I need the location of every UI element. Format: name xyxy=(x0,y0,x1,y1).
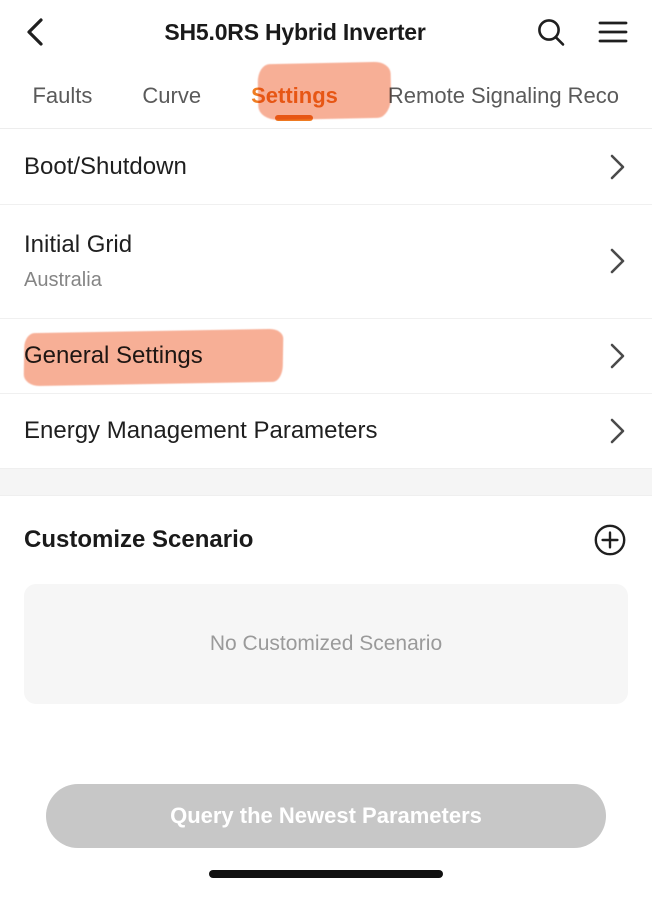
chevron-right-icon xyxy=(604,341,630,371)
tab-settings[interactable]: Settings xyxy=(226,64,363,128)
tab-label: Settings xyxy=(251,83,338,108)
customize-scenario-section: Customize Scenario No Customized Scenari… xyxy=(0,496,652,704)
list-item-title: Boot/Shutdown xyxy=(24,152,187,180)
customize-scenario-header: Customize Scenario xyxy=(24,496,628,584)
empty-scenario-text: No Customized Scenario xyxy=(209,632,443,655)
list-item-boot-shutdown[interactable]: Boot/Shutdown xyxy=(0,129,652,204)
customize-scenario-title: Customize Scenario xyxy=(24,526,254,553)
tab-label: Curve xyxy=(142,83,202,108)
list-item-text: General Settings xyxy=(24,341,203,371)
home-indicator xyxy=(209,870,443,878)
empty-scenario-card: No Customized Scenario xyxy=(24,584,628,704)
list-item-text: Energy Management Parameters xyxy=(24,416,378,446)
chevron-right-icon xyxy=(604,152,630,182)
tab-information[interactable]: tion xyxy=(0,64,7,128)
menu-button[interactable] xyxy=(596,15,630,49)
list-item-subtitle: Australia xyxy=(24,269,102,291)
chevron-right-icon xyxy=(604,416,630,446)
query-newest-parameters-button[interactable]: Query the Newest Parameters xyxy=(46,784,606,848)
list-item-text: Initial Grid Australia xyxy=(24,230,132,292)
add-scenario-button[interactable] xyxy=(592,522,628,558)
list-item-text: Boot/Shutdown xyxy=(24,152,187,182)
list-item-title: General Settings xyxy=(24,341,203,369)
tab-bar: tion Faults Curve Settings Remote Signal… xyxy=(0,64,652,129)
tab-remote-signaling-record[interactable]: Remote Signaling Reco xyxy=(363,64,644,128)
chevron-right-icon xyxy=(604,246,630,276)
list-item-energy-management-parameters[interactable]: Energy Management Parameters xyxy=(0,393,652,468)
page-title: SH5.0RS Hybrid Inverter xyxy=(164,18,426,45)
settings-list: Boot/Shutdown Initial Grid Australia Gen… xyxy=(0,129,652,468)
list-item-title: Initial Grid xyxy=(24,231,133,258)
search-icon xyxy=(535,16,567,48)
home-indicator-area xyxy=(46,848,606,900)
tab-active-indicator xyxy=(275,115,314,121)
back-button[interactable] xyxy=(22,10,66,54)
section-divider xyxy=(0,468,652,496)
tab-list[interactable]: tion Faults Curve Settings Remote Signal… xyxy=(0,64,644,128)
tab-faults[interactable]: Faults xyxy=(7,64,117,128)
search-button[interactable] xyxy=(534,15,568,49)
app-header: SH5.0RS Hybrid Inverter xyxy=(0,0,652,64)
tab-curve[interactable]: Curve xyxy=(117,64,226,128)
tab-label: Faults xyxy=(32,83,93,108)
chevron-left-icon xyxy=(22,17,48,47)
list-item-title: Energy Management Parameters xyxy=(24,416,378,444)
bottom-action-bar: Query the Newest Parameters xyxy=(0,784,652,900)
tab-label: Remote Signaling Reco xyxy=(387,83,620,108)
header-actions xyxy=(534,15,630,49)
list-item-initial-grid[interactable]: Initial Grid Australia xyxy=(0,204,652,318)
list-item-general-settings[interactable]: General Settings xyxy=(0,318,652,393)
hamburger-menu-icon xyxy=(597,19,629,45)
plus-circle-icon xyxy=(593,523,627,557)
